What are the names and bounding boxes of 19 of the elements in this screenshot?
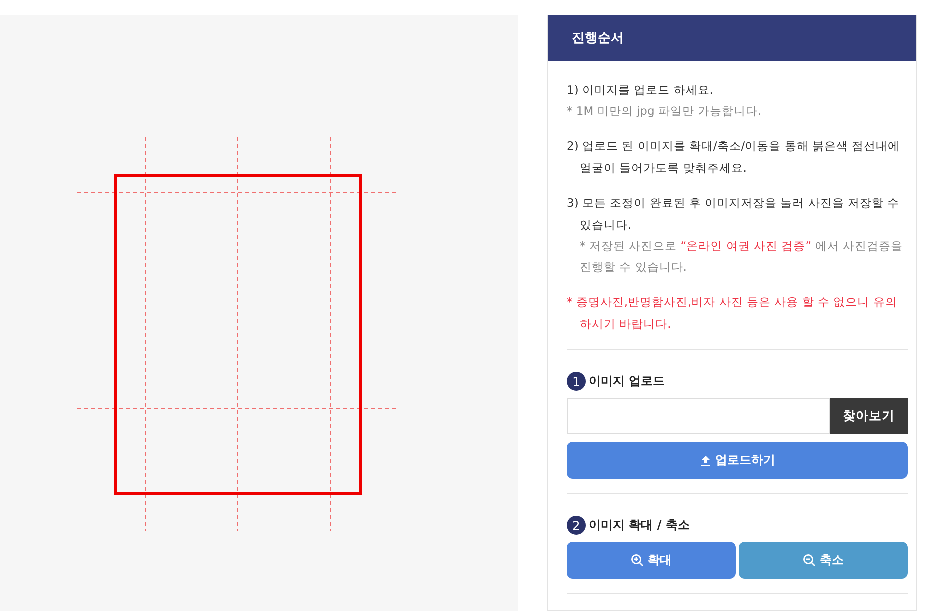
step-number: 2 <box>567 516 586 535</box>
step-text: 3) 모든 조정이 완료된 후 이미지저장을 눌러 사진을 저장할 수 있습니다. <box>567 195 901 234</box>
file-field[interactable] <box>567 398 830 434</box>
zoom-out-button[interactable]: 축소 <box>739 542 908 579</box>
upload-icon <box>700 454 712 466</box>
section-title: 이미지 업로드 <box>589 373 666 390</box>
zoom-out-icon <box>803 554 816 567</box>
step-note: * 1M 미만의 jpg 파일만 가능합니다. <box>567 103 763 120</box>
section-title: 이미지 확대 / 축소 <box>589 517 690 534</box>
step-note: * 저장된 사진으로 “온라인 여권 사진 검증” 에서 사진검증을 진행할 수 있습니다. <box>579 238 904 276</box>
warning-text: * 증명사진,반명함사진,비자 사진 등은 사용 할 수 없으니 유의하시기 바랍니다. <box>567 294 898 333</box>
browse-button[interactable]: 찾아보기 <box>830 398 908 434</box>
upload-button[interactable]: 업로드하기 <box>567 442 908 479</box>
step-text: 2) 업로드 된 이미지를 확대/축소/이동을 통해 붉은색 점선내에 얼굴이 들어가도록 맞춰주세요. <box>567 138 902 177</box>
zoom-in-icon <box>631 554 644 567</box>
zoom-in-button[interactable]: 확대 <box>567 542 736 579</box>
step-number: 1 <box>567 372 586 391</box>
step-text: 1) 이미지를 업로드 하세요. <box>567 82 714 99</box>
panel-title: 진행순서 <box>572 30 624 47</box>
